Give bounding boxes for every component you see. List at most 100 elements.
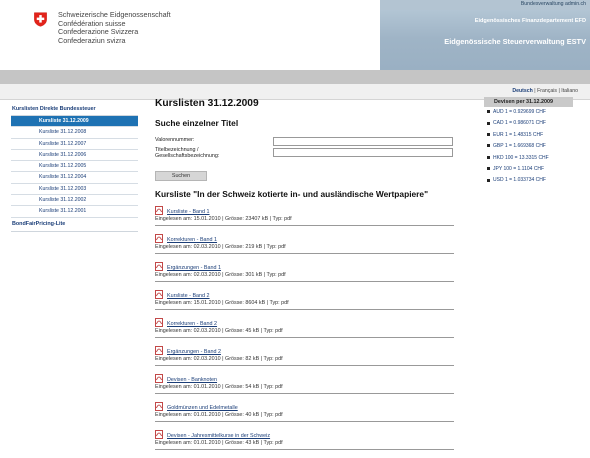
sidebar-item-2007[interactable]: Kursliste 31.12.2007	[11, 138, 138, 150]
rate-text: JPY 100 = 1.1104 CHF	[493, 165, 545, 172]
file-link[interactable]: Devisen - Jahresmittelkurse in der Schwe…	[167, 433, 270, 439]
file-meta: Eingelesen am: 01.01.2010 | Grösse: 40 k…	[155, 412, 283, 418]
page-title: Kurslisten 31.12.2009	[155, 98, 259, 109]
file-top: Ergänzungen - Band 2	[155, 346, 454, 355]
file-top: Kursliste - Band 2	[155, 290, 454, 299]
search-title: Suche einzelner Titel	[155, 118, 239, 128]
list-item: Korrekturen - Band 2 Eingelesen am: 02.0…	[155, 318, 454, 338]
office-title[interactable]: Eidgenössische Steuerverwaltung ESTV	[444, 37, 586, 46]
list-item: Ergänzungen - Band 2 Eingelesen am: 02.0…	[155, 346, 454, 366]
lang-it-link[interactable]: Italiano	[561, 88, 578, 94]
pdf-icon[interactable]	[155, 234, 163, 243]
file-top: Korrekturen - Band 1	[155, 234, 454, 243]
sidebar-item-2006[interactable]: Kursliste 31.12.2006	[11, 149, 138, 162]
sidebar-item-2008[interactable]: Kursliste 31.12.2008	[11, 127, 138, 139]
rate-text: AUD 1 = 0.929699 CHF	[493, 109, 546, 115]
file-top: Korrekturen - Band 2	[155, 318, 454, 327]
file-link[interactable]: Ergänzungen - Band 1	[167, 265, 221, 271]
file-link[interactable]: Korrekturen - Band 1	[167, 237, 217, 243]
rates-heading: Devisen per 31.12.2009	[484, 97, 573, 107]
sidebar-item-2009[interactable]: Kursliste 31.12.2009	[11, 116, 138, 128]
sidebar-heading[interactable]: Kurslisten Direkte Bundessteuer	[11, 104, 138, 116]
list-item: Korrekturen - Band 1 Eingelesen am: 02.0…	[155, 234, 454, 254]
list-item: Goldmünzen und Edelmetalle Eingelesen am…	[155, 402, 454, 422]
file-link[interactable]: Devisen - Banknoten	[167, 377, 217, 383]
rate-item[interactable]: AUD 1 = 0.929699 CHF	[484, 107, 573, 118]
rate-text: GBP 1 = 1.669368 CHF	[493, 143, 546, 150]
confederation-names: Schweizerische Eidgenossenschaft Confédé…	[58, 10, 171, 45]
rate-item[interactable]: JPY 100 = 1.1104 CHF	[484, 164, 573, 175]
pdf-icon[interactable]	[155, 290, 163, 299]
admin-ch-link[interactable]: Bundesverwaltung admin.ch	[521, 1, 586, 7]
rate-text: CAD 1 = 0.986071 CHF	[493, 120, 546, 127]
sidebar-item-bondfairpricing[interactable]: BondFairPricing-Lite	[11, 218, 138, 232]
bullet-icon	[487, 132, 490, 136]
list-title: Kursliste "In der Schweiz kotierte in- u…	[155, 189, 429, 199]
title-input[interactable]	[273, 148, 453, 157]
rate-item[interactable]: HKD 100 = 13.3315 CHF	[484, 153, 573, 164]
rate-text: USD 1 = 1.033734 CHF	[493, 177, 546, 184]
swiss-coat-of-arms-icon[interactable]	[33, 12, 48, 27]
pdf-icon[interactable]	[155, 374, 163, 383]
rate-text: HKD 100 = 13.3315 CHF	[493, 154, 549, 161]
list-item: Ergänzungen - Band 1 Eingelesen am: 02.0…	[155, 262, 454, 282]
pdf-icon[interactable]	[155, 346, 163, 355]
list-item: Kursliste - Band 1 Eingelesen am: 15.01.…	[155, 206, 454, 226]
rate-text: EUR 1 = 1.48315 CHF	[493, 131, 544, 138]
file-meta: Eingelesen am: 15.01.2010 | Grösse: 8604…	[155, 300, 289, 306]
file-top: Devisen - Banknoten	[155, 374, 454, 383]
file-meta: Eingelesen am: 01.01.2010 | Grösse: 43 k…	[155, 440, 283, 446]
file-list: Kursliste - Band 1 Eingelesen am: 15.01.…	[155, 206, 475, 450]
lang-separator: |	[558, 88, 560, 94]
header-divider-band	[0, 70, 590, 84]
bullet-icon	[487, 121, 490, 125]
bullet-icon	[487, 155, 490, 159]
file-meta: Eingelesen am: 02.03.2010 | Grösse: 219 …	[155, 244, 286, 250]
file-top: Goldmünzen und Edelmetalle	[155, 402, 454, 411]
search-button[interactable]: Suchen	[155, 171, 207, 181]
sidebar-item-2005[interactable]: Kursliste 31.12.2005	[11, 161, 138, 173]
file-top: Devisen - Jahresmittelkurse in der Schwe…	[155, 430, 454, 439]
rate-item[interactable]: EUR 1 = 1.48315 CHF	[484, 130, 573, 141]
bullet-icon	[487, 167, 490, 171]
lang-separator: |	[534, 88, 536, 94]
file-top: Kursliste - Band 1	[155, 206, 454, 215]
rate-item[interactable]: USD 1 = 1.033734 CHF	[484, 175, 573, 186]
file-link[interactable]: Ergänzungen - Band 2	[167, 349, 221, 355]
sidebar-nav: Kurslisten Direkte Bundessteuer Kurslist…	[11, 104, 138, 232]
file-link[interactable]: Korrekturen - Band 2	[167, 321, 217, 327]
bullet-icon	[487, 144, 490, 148]
header: Schweizerische Eidgenossenschaft Confédé…	[0, 0, 590, 72]
file-meta: Eingelesen am: 02.03.2010 | Grösse: 301 …	[155, 272, 286, 278]
department-banner: Bundesverwaltung admin.ch Eidgenössische…	[380, 0, 590, 70]
conf-name-rm: Confederaziun svizra	[58, 35, 126, 45]
bullet-icon	[487, 178, 490, 182]
valor-row: Valorennummer:	[155, 137, 475, 147]
rate-item[interactable]: CAD 1 = 0.986071 CHF	[484, 118, 573, 129]
file-link[interactable]: Kursliste - Band 2	[167, 293, 210, 299]
list-item: Devisen - Jahresmittelkurse in der Schwe…	[155, 430, 454, 450]
pdf-icon[interactable]	[155, 402, 163, 411]
sidebar-item-2001[interactable]: Kursliste 31.12.2001	[11, 206, 138, 218]
sidebar-item-2002[interactable]: Kursliste 31.12.2002	[11, 195, 138, 207]
pdf-icon[interactable]	[155, 430, 163, 439]
title-row: Titelbezeichnung / Gesellschaftsbezeichn…	[155, 147, 475, 163]
lang-fr-link[interactable]: Français	[537, 88, 557, 94]
file-meta: Eingelesen am: 02.03.2010 | Grösse: 82 k…	[155, 356, 283, 362]
file-meta: Eingelesen am: 15.01.2010 | Grösse: 2340…	[155, 216, 292, 222]
file-meta: Eingelesen am: 02.03.2010 | Grösse: 45 k…	[155, 328, 283, 334]
department-link[interactable]: Eidgenössisches Finanzdepartement EFD	[475, 18, 586, 24]
list-item: Devisen - Banknoten Eingelesen am: 01.01…	[155, 374, 454, 394]
pdf-icon[interactable]	[155, 318, 163, 327]
pdf-icon[interactable]	[155, 262, 163, 271]
file-link[interactable]: Kursliste - Band 1	[167, 209, 210, 215]
file-link[interactable]: Goldmünzen und Edelmetalle	[167, 405, 238, 411]
language-links: Deutsch | Français | Italiano	[512, 88, 578, 94]
sidebar-item-2004[interactable]: Kursliste 31.12.2004	[11, 172, 138, 184]
sidebar-item-2003[interactable]: Kursliste 31.12.2003	[11, 183, 138, 196]
valor-input[interactable]	[273, 137, 453, 146]
main-content: Kurslisten 31.12.2009 Suche einzelner Ti…	[155, 97, 475, 458]
pdf-icon[interactable]	[155, 206, 163, 215]
rate-item[interactable]: GBP 1 = 1.669368 CHF	[484, 141, 573, 152]
lang-de-link[interactable]: Deutsch	[512, 88, 532, 94]
